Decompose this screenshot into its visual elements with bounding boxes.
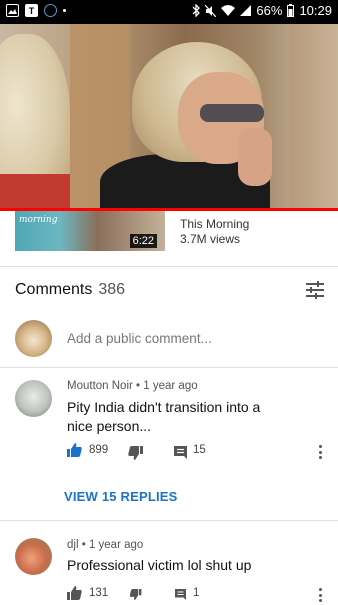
divider <box>0 367 338 368</box>
video-frame-person-left <box>0 174 70 210</box>
signal-icon <box>240 5 252 16</box>
view-replies-button[interactable]: VIEW 15 REPLIES <box>64 489 178 504</box>
video-frame-person-center <box>200 104 264 122</box>
like-count: 899 <box>89 444 109 456</box>
comment-time: 1 year ago <box>88 539 144 551</box>
comment-text-line: Pity India didn't transition into a <box>67 399 261 415</box>
add-comment-input[interactable]: Add a public comment... <box>67 331 212 346</box>
battery-percent: 66% <box>256 3 283 18</box>
battery-icon <box>287 4 295 17</box>
related-channel-name: This Morning <box>180 217 250 231</box>
related-video[interactable]: morning 6:22 This Morning 3.7M views <box>0 211 338 266</box>
divider <box>0 266 338 267</box>
related-video-thumbnail[interactable]: morning 6:22 <box>15 211 165 251</box>
tumblr-icon: T <box>25 4 38 17</box>
comment-meta: djl • 1 year ago <box>67 539 144 551</box>
reply-icon[interactable] <box>174 446 187 459</box>
like-icon[interactable] <box>67 586 82 600</box>
more-options-icon[interactable] <box>319 445 323 462</box>
comment-text: Professional victim lol shut up <box>67 556 251 575</box>
comments-count: 386 <box>98 281 126 298</box>
reply-count: 15 <box>193 444 206 456</box>
comment-author-avatar[interactable] <box>15 538 52 575</box>
thumbnail-logo-text: morning <box>19 215 58 225</box>
more-options-icon[interactable] <box>319 588 323 605</box>
comment-text-line: nice person... <box>67 418 152 434</box>
comment-meta: Moutton Noir • 1 year ago <box>67 380 198 392</box>
related-view-count: 3.7M views <box>180 232 241 246</box>
sort-filter-icon[interactable] <box>304 280 326 300</box>
my-avatar <box>15 320 52 357</box>
comment-author[interactable]: djl <box>67 539 79 551</box>
video-frame-person-center <box>238 128 272 186</box>
reply-icon[interactable] <box>174 589 187 600</box>
video-duration: 6:22 <box>129 234 157 248</box>
wifi-icon <box>221 5 236 16</box>
video-player[interactable] <box>0 24 338 210</box>
comment-text-line: Professional victim lol shut up <box>67 557 252 573</box>
dot-icon <box>63 9 66 12</box>
comment-author[interactable]: Moutton Noir <box>67 380 133 392</box>
mute-icon <box>205 4 217 17</box>
video-frame-background <box>290 24 338 210</box>
comment-time: 1 year ago <box>143 380 198 392</box>
reply-count: 1 <box>193 587 200 599</box>
comments-header: Comments 386 <box>15 281 125 299</box>
bluetooth-icon <box>192 4 201 17</box>
sync-icon <box>44 4 57 17</box>
clock: 10:29 <box>299 3 332 18</box>
dislike-icon[interactable] <box>128 589 143 600</box>
comments-title: Comments <box>15 281 93 298</box>
divider <box>0 520 338 521</box>
status-bar: T 66% 10:29 <box>0 0 338 24</box>
like-icon[interactable] <box>67 443 82 457</box>
comment-text: Pity India didn't transition into a nice… <box>67 398 260 436</box>
comment-author-avatar[interactable] <box>15 380 52 417</box>
like-count: 131 <box>89 587 109 599</box>
gallery-icon <box>6 4 19 17</box>
dislike-icon[interactable] <box>128 446 143 460</box>
